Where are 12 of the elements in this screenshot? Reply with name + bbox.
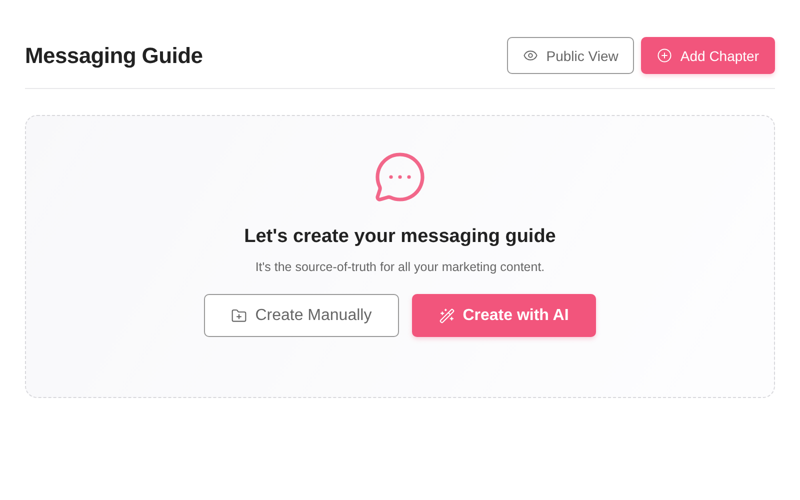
speech-bubble-icon (373, 150, 427, 204)
action-button[interactable]: Create with AI (412, 294, 596, 337)
action-button[interactable]: Add Chapter (641, 37, 775, 74)
plus-circle-icon (657, 48, 672, 63)
magic-wand-icon (438, 308, 455, 324)
action-button[interactable]: Create Manually (204, 294, 399, 337)
empty-state-description: It's the source-of-truth for all your marketing content. (255, 260, 545, 274)
page-title: Messaging Guide (25, 42, 203, 68)
action-button[interactable]: Public View (507, 37, 634, 74)
folder-icon (231, 308, 248, 324)
empty-state-heading: Let's create your messaging guide (244, 226, 556, 248)
eye-icon (523, 48, 538, 63)
